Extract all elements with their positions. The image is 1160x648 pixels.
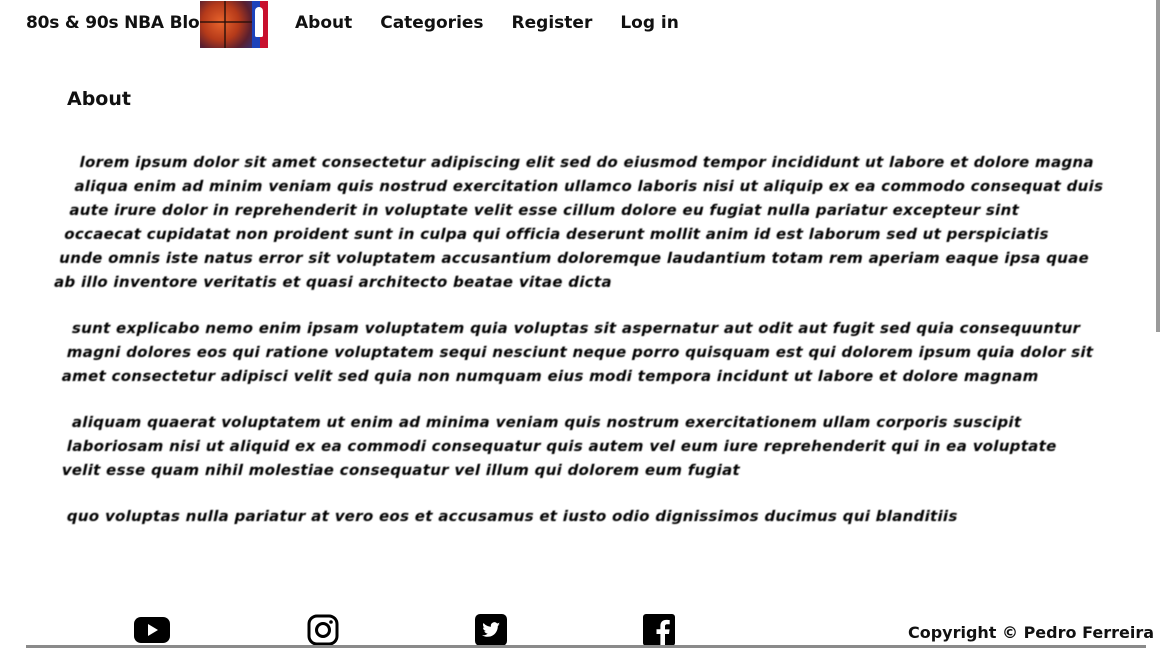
youtube-icon[interactable] — [134, 614, 170, 646]
about-paragraph-3: aliquam quaerat voluptatem ut enim ad mi… — [59, 413, 1059, 479]
instagram-icon[interactable] — [305, 614, 341, 646]
nav-link-categories[interactable]: Categories — [380, 13, 483, 33]
vertical-scrollbar[interactable] — [1156, 0, 1160, 332]
brand-link[interactable]: 80s & 90s NBA Blog — [26, 13, 212, 33]
navbar: 80s & 90s NBA Blog About Categories Regi… — [0, 0, 1160, 50]
facebook-icon[interactable] — [641, 614, 677, 646]
twitter-icon[interactable] — [473, 614, 509, 646]
basketball-image — [200, 1, 252, 48]
nav-link-about[interactable]: About — [295, 13, 352, 33]
footer: Copyright © Pedro Ferreira — [0, 608, 1160, 648]
nba-logo-image — [200, 1, 268, 48]
nav-link-login[interactable]: Log in — [620, 13, 679, 33]
about-paragraph-1: lorem ipsum dolor sit amet consectetur a… — [52, 153, 1106, 291]
nav-link-register[interactable]: Register — [512, 13, 593, 33]
page-title: About — [67, 88, 131, 110]
nav-links: About Categories Register Log in — [295, 13, 707, 33]
nba-logo-icon — [252, 1, 268, 48]
copyright-text: Copyright © Pedro Ferreira — [907, 623, 1154, 642]
about-paragraph-2: sunt explicabo nemo enim ipsam voluptate… — [59, 319, 1096, 385]
main-content: About lorem ipsum dolor sit amet consect… — [52, 88, 1105, 550]
about-paragraph-4: quo voluptas nulla pariatur at vero eos … — [65, 507, 960, 525]
